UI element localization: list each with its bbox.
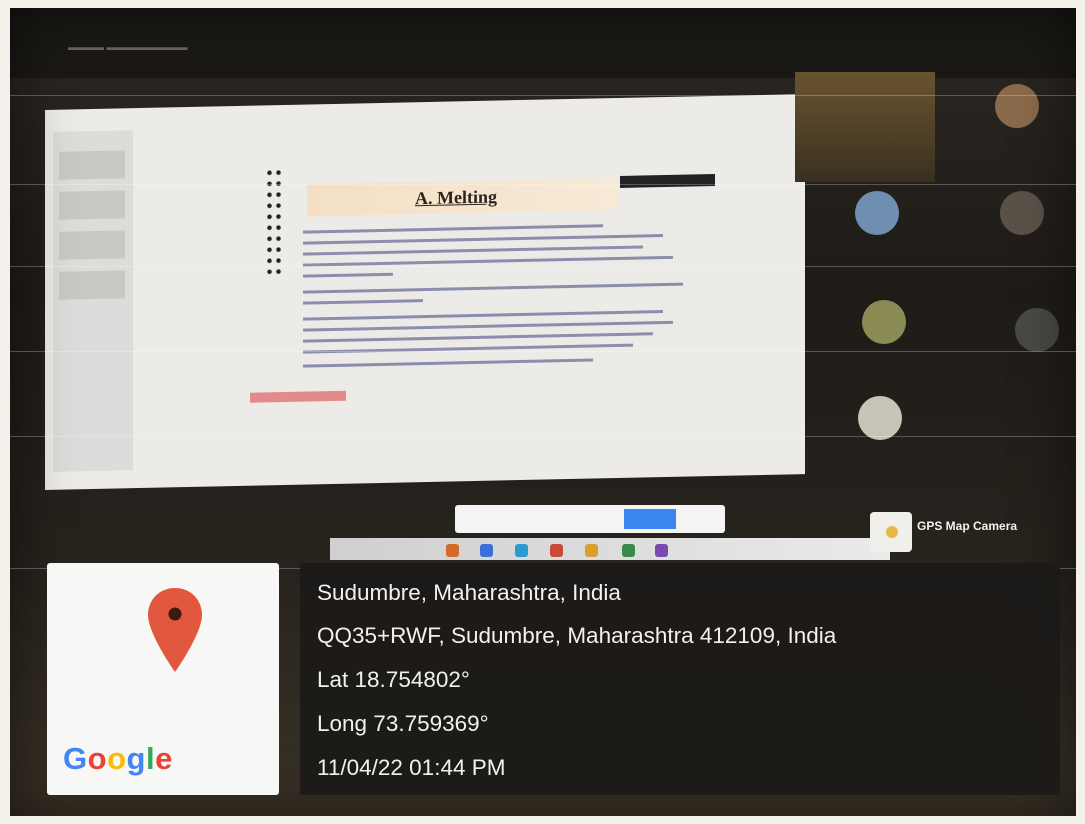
- slide-text-line: [303, 282, 683, 294]
- google-letter: g: [126, 741, 146, 776]
- slide-text-line: [303, 332, 653, 343]
- scan-line: [10, 184, 1076, 185]
- taskbar: [330, 538, 890, 560]
- place-name: Sudumbre, Maharashtra, India: [317, 580, 621, 605]
- scan-line: [10, 436, 1076, 437]
- taskbar-icon[interactable]: [550, 544, 563, 557]
- slide-thumbnail: [59, 150, 125, 180]
- slide-text-line: [303, 299, 423, 305]
- slide-text-line: [303, 272, 393, 278]
- scan-line: [10, 266, 1076, 267]
- slide-thumbnail: [59, 270, 125, 300]
- slide-thumbnail: [59, 190, 125, 220]
- participant-avatar: [862, 300, 906, 344]
- slide-dark-bar: [620, 173, 715, 188]
- latitude: Lat 18.754802°: [317, 667, 470, 692]
- gps-app-label: GPS Map Camera: [917, 519, 1018, 533]
- participant-avatar: [1000, 191, 1044, 235]
- taskbar-icon[interactable]: [655, 544, 668, 557]
- google-letter: o: [87, 741, 108, 776]
- taskbar-icon[interactable]: [446, 544, 459, 557]
- scan-line: [10, 95, 1076, 96]
- scan-line: [10, 351, 1076, 352]
- full-address: QQ35+RWF, Sudumbre, Maharashtra 412109, …: [317, 623, 837, 648]
- slide-title: A. Melting: [415, 186, 497, 209]
- google-letter: o: [107, 741, 127, 776]
- gps-camera-icon-dot: [886, 526, 898, 538]
- google-letter: G: [63, 741, 88, 776]
- google-logo: Google: [63, 741, 173, 777]
- slide-text-line: [303, 245, 643, 256]
- participant-avatar: [858, 396, 902, 440]
- taskbar-icon[interactable]: [585, 544, 598, 557]
- slide-text-line: [303, 358, 593, 368]
- taskbar-icon[interactable]: [622, 544, 635, 557]
- participant-video-tile: [795, 72, 935, 182]
- slide-text-line: [303, 255, 673, 267]
- longitude: Long 73.759369°: [317, 711, 489, 736]
- shared-slide: A. Melting: [45, 94, 805, 491]
- google-letter: e: [155, 741, 173, 776]
- slide-text-line: [303, 310, 663, 321]
- slide-pink-bar: [250, 390, 346, 403]
- map-thumbnail: Google: [47, 563, 279, 795]
- browser-title-text: ▬▬▬▬ ▬▬▬▬▬▬▬▬▬: [68, 42, 188, 52]
- slide-thumbnail-panel: [53, 130, 133, 472]
- google-letter: l: [145, 741, 156, 776]
- slide-text-line: [303, 343, 633, 354]
- taskbar-icon[interactable]: [480, 544, 493, 557]
- map-pin-icon: [148, 588, 202, 672]
- taskbar-icon[interactable]: [515, 544, 528, 557]
- stop-sharing-button[interactable]: [624, 509, 676, 529]
- timestamp: 11/04/22 01:44 PM: [317, 755, 506, 780]
- slide-text-line: [303, 234, 663, 245]
- location-info-card: Sudumbre, Maharashtra, India QQ35+RWF, S…: [300, 563, 1060, 795]
- participant-avatar: [1015, 308, 1059, 352]
- slide-thumbnail: [59, 230, 125, 260]
- browser-top-bar: ▬▬▬▬ ▬▬▬▬▬▬▬▬▬: [10, 8, 1076, 78]
- participant-avatar: [855, 191, 899, 235]
- slide-text-line: [303, 224, 603, 234]
- participant-avatar: [995, 84, 1039, 128]
- slide-text-line: [303, 320, 673, 332]
- screen-share-bar: [455, 505, 725, 533]
